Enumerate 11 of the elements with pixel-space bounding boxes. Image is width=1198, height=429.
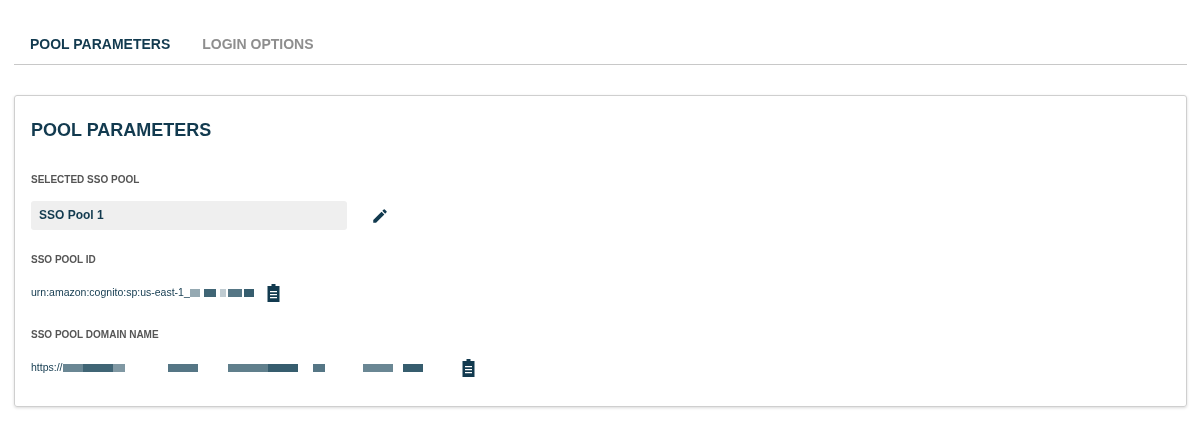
clipboard-icon[interactable] — [265, 283, 281, 302]
select-field[interactable]: SSO Pool 1 — [31, 200, 347, 230]
section-title: POOL PARAMETERS — [31, 120, 213, 142]
field-value: https:// — [31, 359, 63, 375]
field-label: SSO POOL ID — [31, 252, 96, 267]
tab[interactable]: POOL PARAMETERS — [30, 34, 171, 64]
edit-icon[interactable] — [371, 206, 389, 225]
clipboard-icon[interactable] — [460, 358, 476, 377]
field-value: urn:amazon:cognito:sp:us-east-1_ — [31, 284, 190, 300]
field-label: SSO POOL DOMAIN NAME — [31, 327, 159, 342]
field-label: SELECTED SSO POOL — [31, 172, 140, 187]
